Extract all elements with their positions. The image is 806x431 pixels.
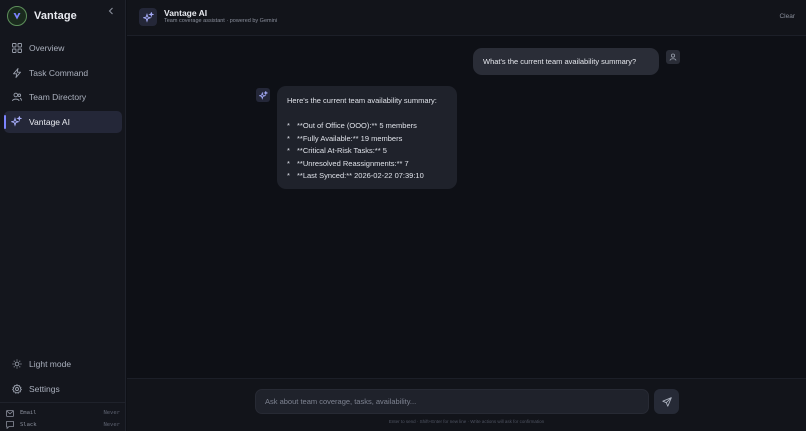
clear-button[interactable]: Clear	[779, 13, 795, 20]
sidebar: Vantage Overview Task Command Team Direc…	[0, 0, 126, 431]
integrations-status: Email Never Slack Never	[0, 402, 126, 431]
user-icon	[666, 50, 680, 64]
sidebar-item-team-directory[interactable]: Team Directory	[4, 86, 122, 108]
integration-status: Never	[103, 410, 120, 416]
composer-hint: Enter to send · Shift+Enter for new line…	[388, 419, 545, 424]
mail-icon	[6, 409, 15, 418]
chat-header: Vantage AI Team coverage assistant · pow…	[127, 0, 806, 36]
ai-avatar-icon	[256, 88, 270, 102]
sidebar-item-label: Team Directory	[29, 92, 87, 102]
bolt-icon	[11, 67, 22, 78]
sidebar-item-task-command[interactable]: Task Command	[4, 62, 122, 84]
sidebar-item-label: Overview	[29, 43, 65, 53]
light-mode-toggle[interactable]: Light mode	[4, 353, 122, 375]
assistant-intro: Here's the current team availability sum…	[287, 96, 437, 105]
chat-icon	[6, 421, 15, 430]
integration-slack: Slack Never	[0, 419, 126, 431]
sidebar-nav: Overview Task Command Team Directory Van…	[4, 37, 122, 135]
sidebar-item-vantage-ai[interactable]: Vantage AI	[4, 110, 122, 133]
sidebar-item-label: Vantage AI	[29, 116, 70, 127]
collapse-sidebar-icon[interactable]	[105, 5, 117, 17]
assistant-bullet-list: * **Out of Office (OOO):** 5 members * **F…	[287, 120, 447, 183]
sun-icon	[11, 359, 22, 370]
sidebar-item-overview[interactable]: Overview	[4, 37, 122, 59]
list-item: * **Unresolved Reassignments:** 7	[287, 158, 409, 168]
list-item: * **Critical At-Risk Tasks:** 5	[287, 146, 387, 155]
list-item: * **Fully Available:** 19 members	[287, 133, 403, 143]
sparkles-icon	[11, 116, 22, 127]
sidebar-item-settings[interactable]: Settings	[4, 378, 122, 400]
page-subtitle: Team coverage assistant · powered by Gem…	[164, 18, 278, 24]
assistant-message: Here's the current team availability sum…	[277, 86, 457, 189]
composer: Enter to send · Shift+Enter for new line…	[127, 378, 806, 431]
sparkles-icon	[139, 8, 157, 26]
sidebar-bottom: Light mode Settings	[4, 353, 122, 402]
user-message: What's the current team availability sum…	[473, 48, 659, 75]
vantage-logo-icon	[7, 6, 27, 26]
integration-email: Email Never	[0, 407, 126, 419]
integration-label: Slack	[20, 422, 37, 428]
chat-input[interactable]	[255, 389, 649, 414]
gear-icon	[11, 383, 22, 394]
integration-status: Never	[103, 422, 120, 428]
list-item: * **Last Synced:** 2026-02-22 07:39:10	[287, 171, 424, 180]
send-icon	[661, 396, 672, 407]
page-title: Vantage AI	[164, 8, 208, 18]
integration-label: Email	[20, 410, 37, 416]
brand-name: Vantage	[34, 10, 77, 22]
users-icon	[11, 92, 22, 103]
chat-thread: What's the current team availability sum…	[127, 37, 806, 378]
grid-icon	[11, 43, 22, 54]
light-mode-label: Light mode	[29, 359, 72, 369]
list-item: * **Out of Office (OOO):** 5 members	[287, 121, 417, 130]
send-button[interactable]	[654, 389, 679, 414]
sidebar-item-label: Settings	[29, 383, 60, 394]
sidebar-item-label: Task Command	[29, 67, 89, 78]
